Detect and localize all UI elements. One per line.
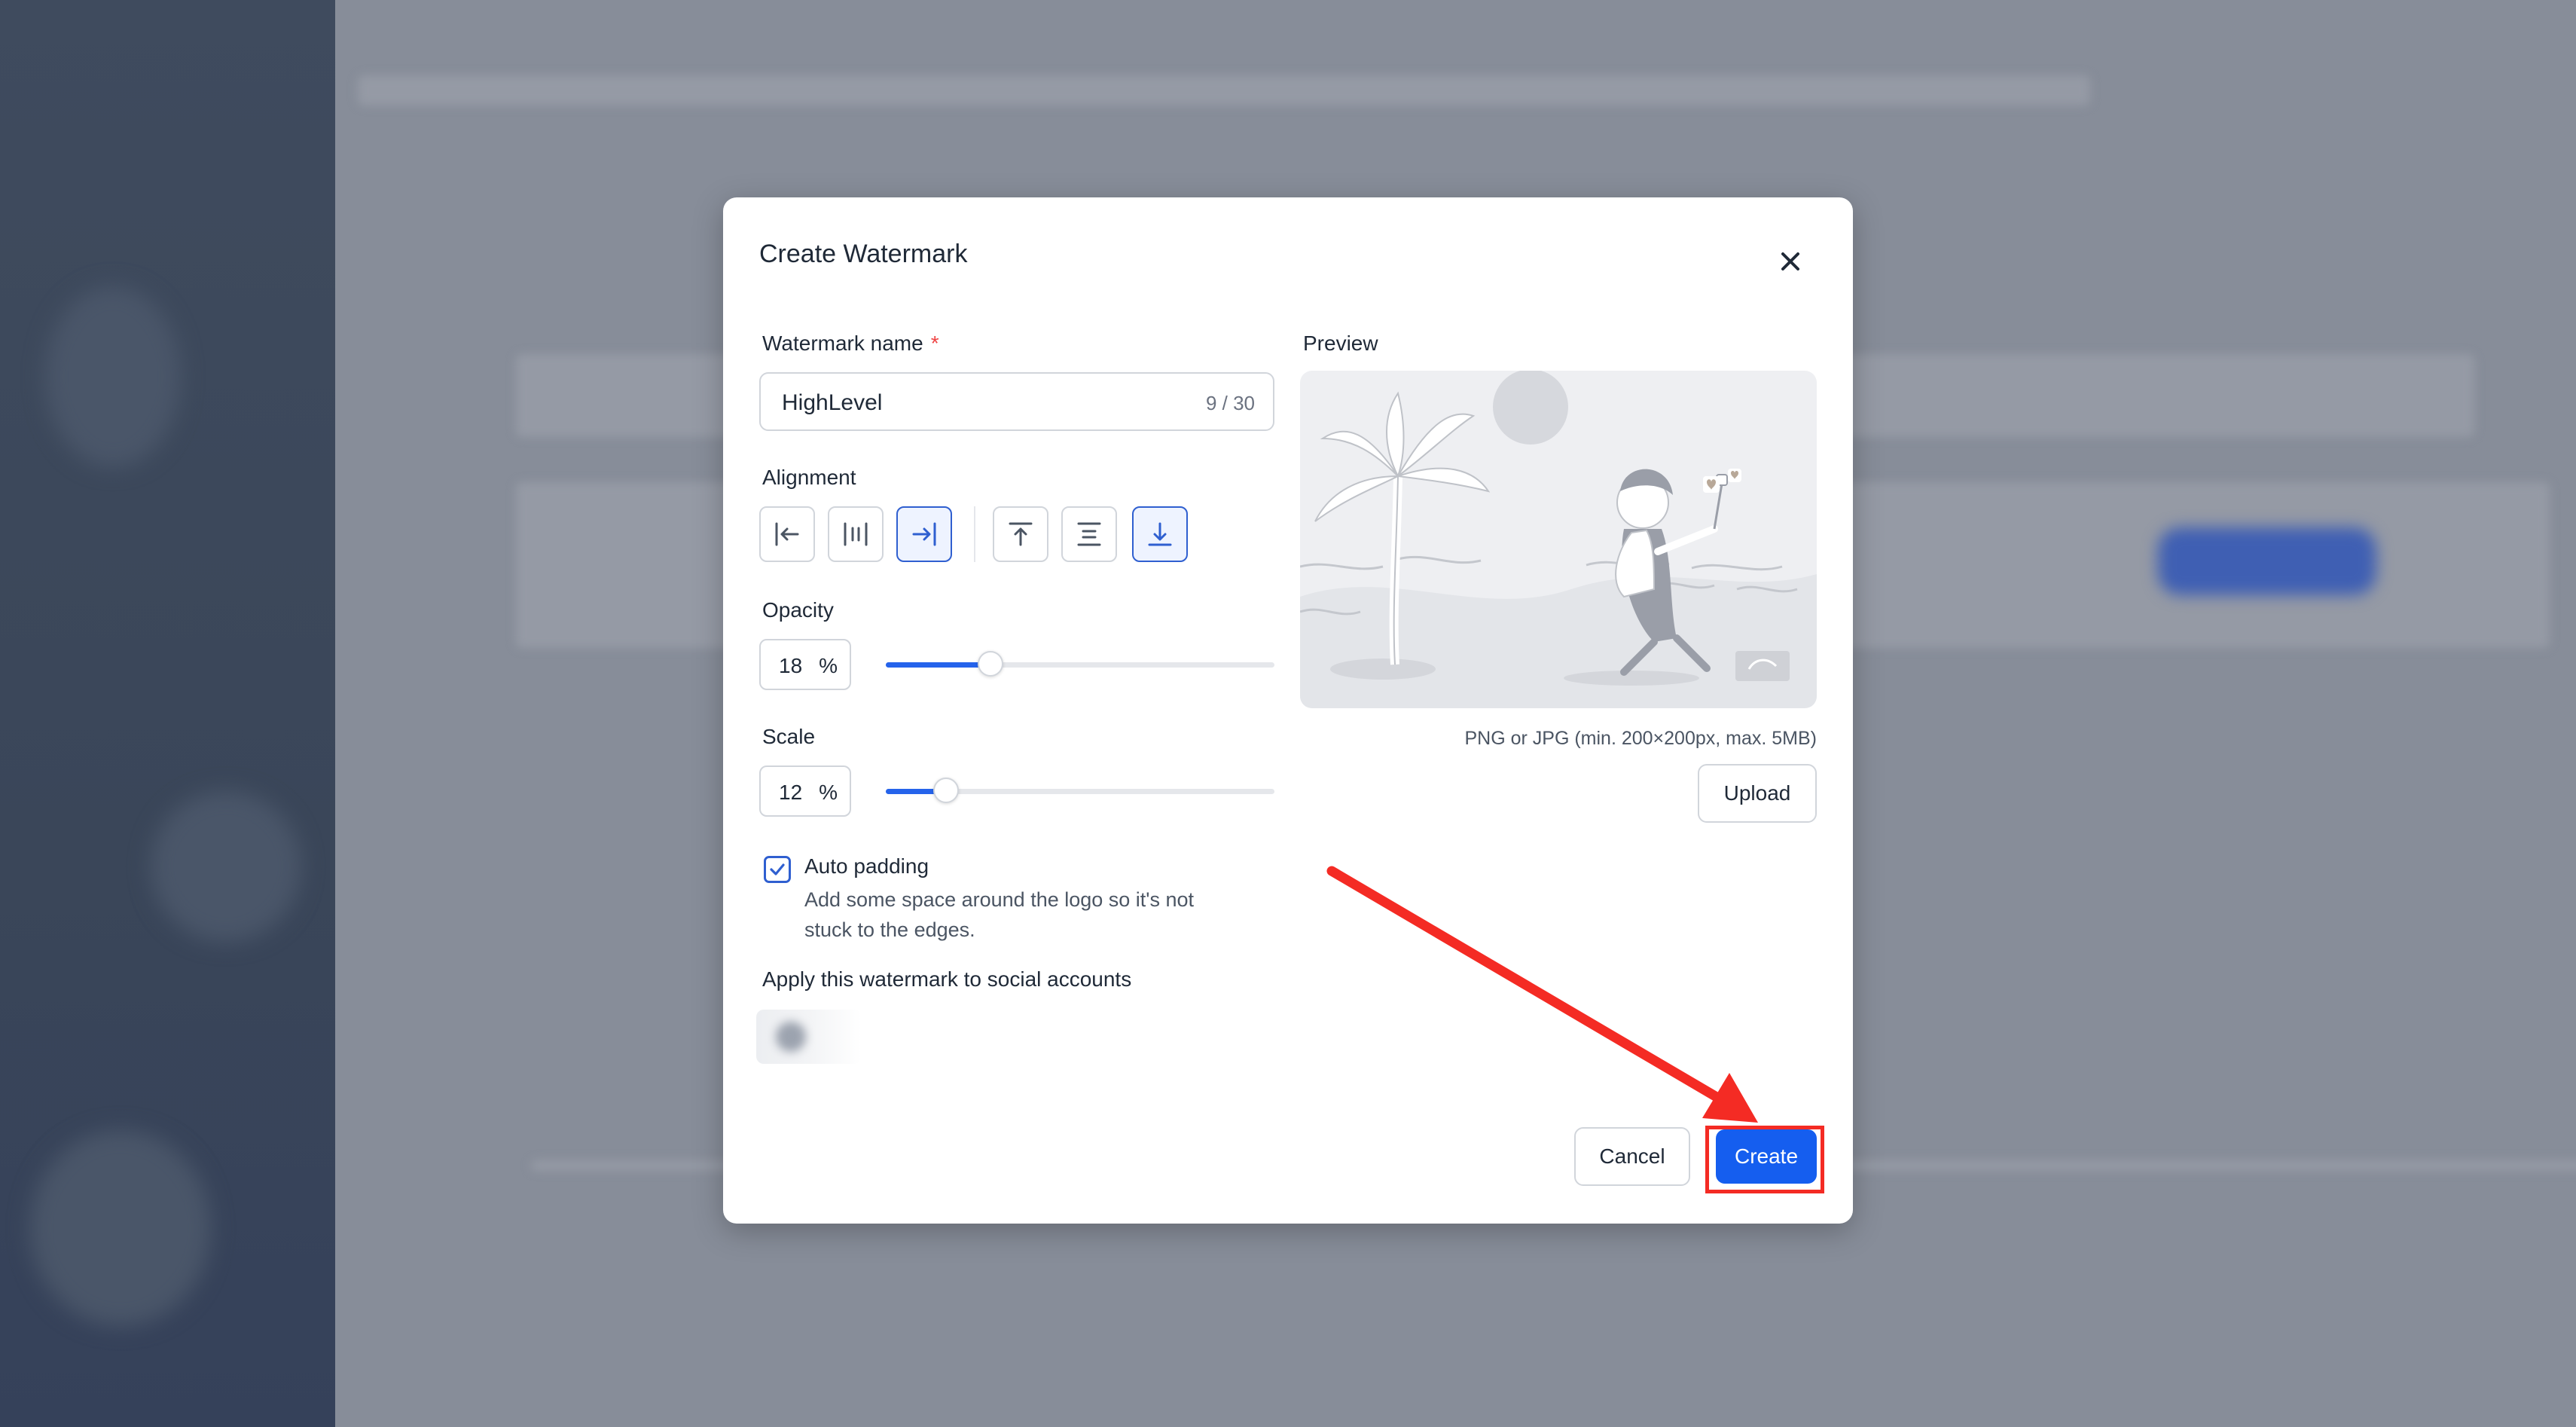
alignment-divider [974, 506, 975, 562]
align-top-button[interactable] [993, 506, 1048, 562]
opacity-slider-handle[interactable] [978, 651, 1004, 677]
align-bottom-icon [1148, 522, 1172, 546]
close-icon [1781, 252, 1799, 270]
align-left-button[interactable] [759, 506, 815, 562]
avatar-image [776, 1022, 806, 1052]
close-button[interactable] [1772, 243, 1809, 280]
watermark-name-input[interactable] [780, 387, 1160, 419]
opacity-value: 18 [779, 654, 803, 677]
opacity-slider[interactable] [886, 651, 1274, 677]
dialog-title: Create Watermark [759, 240, 968, 268]
scale-unit: % [819, 781, 838, 804]
background-button [2158, 527, 2376, 595]
opacity-unit: % [819, 654, 838, 677]
preview-image [1300, 371, 1817, 708]
character-counter: 9 / 30 [1205, 392, 1255, 414]
opacity-slider-fill [886, 662, 991, 668]
social-account-avatar[interactable] [756, 1010, 862, 1064]
align-left-icon [775, 522, 799, 546]
align-middle-button[interactable] [1061, 506, 1117, 562]
watermark-name-field[interactable]: 9 / 30 [759, 372, 1274, 431]
required-marker: * [930, 332, 939, 355]
social-accounts-label: Apply this watermark to social accounts [762, 967, 1132, 991]
align-right-icon [912, 522, 936, 546]
alignment-label: Alignment [762, 466, 856, 489]
background-nav [358, 75, 2090, 105]
align-top-icon [1009, 522, 1033, 546]
align-right-button[interactable] [896, 506, 952, 562]
cancel-button[interactable]: Cancel [1574, 1127, 1690, 1186]
create-button-highlight [1705, 1126, 1824, 1193]
auto-padding-checkbox[interactable] [764, 856, 791, 883]
background-sidebar [0, 0, 335, 1427]
scale-label: Scale [762, 725, 816, 748]
opacity-input[interactable]: 18 % [759, 639, 851, 690]
scale-input[interactable]: 12 % [759, 765, 851, 817]
background-shape [151, 791, 301, 942]
auto-padding-description: Add some space around the logo so it's n… [804, 888, 1194, 941]
scale-slider-handle[interactable] [933, 778, 960, 803]
upload-button[interactable]: Upload [1698, 764, 1817, 823]
watermark-name-label: Watermark name * [762, 332, 939, 355]
upload-hint: PNG or JPG (min. 200×200px, max. 5MB) [1464, 728, 1817, 749]
align-center-icon [844, 522, 868, 546]
beach-illustration [1300, 371, 1817, 708]
align-bottom-button[interactable] [1132, 506, 1188, 562]
scale-slider[interactable] [886, 778, 1274, 803]
scale-value: 12 [779, 781, 803, 804]
preview-label: Preview [1303, 332, 1378, 355]
background-shape [30, 1130, 211, 1326]
auto-padding-label: Auto padding [804, 854, 929, 878]
checkmark-icon [770, 863, 785, 875]
create-watermark-dialog: Create Watermark Watermark name* 9 / 30 … [723, 197, 1853, 1224]
align-center-button[interactable] [828, 506, 884, 562]
opacity-label: Opacity [762, 598, 834, 622]
background-shape [45, 286, 181, 467]
align-middle-icon [1077, 522, 1101, 546]
